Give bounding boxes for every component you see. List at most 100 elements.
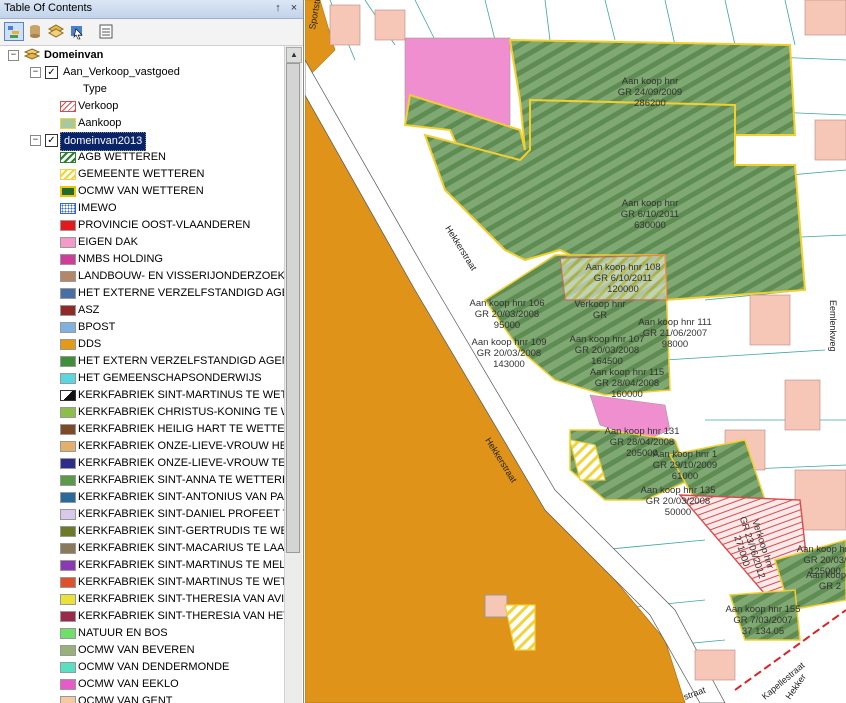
legend-swatch (60, 288, 76, 299)
legend-swatch (60, 373, 76, 384)
legend-swatch (60, 594, 76, 605)
legend-label: KERKFABRIEK SINT-DANIEL PROFEET TE L (78, 508, 284, 520)
group-layer-label: Aan_Verkoop_vastgoed (63, 66, 180, 78)
legend-label: NMBS HOLDING (78, 253, 163, 265)
legend-swatch (60, 475, 76, 486)
collapse-icon[interactable]: − (30, 135, 41, 146)
legend-label: KERKFABRIEK SINT-MARTINUS TE MELLE (78, 559, 284, 571)
legend-label: Verkoop (78, 100, 119, 112)
legend-label: GEMEENTE WETTEREN (78, 168, 205, 180)
legend-swatch (60, 645, 76, 656)
legend-label: KERKFABRIEK SINT-MARTINUS TE WETTER (78, 389, 284, 401)
legend-label: KERKFABRIEK SINT-THERESIA VAN AVIELL (78, 593, 284, 605)
pin-icon[interactable]: ↑ (272, 2, 284, 15)
legend-swatch (60, 679, 76, 690)
street-label: Eemlenkweg (828, 300, 838, 352)
legend-swatch (60, 509, 76, 520)
legend-swatch (60, 220, 76, 231)
legend-label: KERKFABRIEK ONZE-LIEVE-VROUW HEMEL (78, 440, 284, 452)
parcel-label: Aan koop hnr 115 GR 28/04/2008 160000 (590, 367, 664, 400)
collapse-icon[interactable]: − (8, 50, 19, 61)
list-by-visibility-icon[interactable] (46, 22, 66, 41)
legend-swatch (60, 492, 76, 503)
legend-swatch (60, 203, 76, 214)
legend-swatch (60, 254, 76, 265)
legend-label: OCMW VAN BEVEREN (78, 644, 195, 656)
legend-swatch (60, 169, 76, 180)
legend-label: KERKFABRIEK HEILIG HART TE WETTEREN (78, 423, 284, 435)
toc-titlebar: Table Of Contents ↑ × (0, 0, 303, 19)
legend-label: AGB WETTEREN (78, 151, 167, 163)
field-name: Type (83, 83, 107, 95)
legend-label: ASZ (78, 304, 100, 316)
legend-label: OCMW VAN EEKLO (78, 678, 179, 690)
legend-label: KERKFABRIEK SINT-ANTONIUS VAN PADUA (78, 491, 284, 503)
collapse-icon[interactable]: − (30, 67, 41, 78)
legend-label: DDS (78, 338, 102, 350)
legend-label: Aankoop (78, 117, 122, 129)
legend-swatch (60, 526, 76, 537)
layer-row[interactable]: − ✓ domeinvan2013 (0, 132, 284, 151)
group-layer-row[interactable]: − ✓ Aan_Verkoop_vastgoed (0, 64, 284, 81)
legend-swatch (60, 441, 76, 452)
legend-label: IMEWO (78, 202, 117, 214)
legend-swatch (60, 118, 76, 129)
scroll-up-arrow-icon[interactable]: ▲ (286, 47, 302, 63)
legend-label: KERKFABRIEK SINT-THERESIA VAN HET KI (78, 610, 284, 622)
close-icon[interactable]: × (288, 2, 300, 15)
legend-swatch (60, 152, 76, 163)
layer-visibility-checkbox[interactable]: ✓ (45, 134, 58, 147)
legend-label: HET EXTERNE VERZELFSTANDIGD AGENTS (78, 287, 284, 299)
legend-swatch (60, 322, 76, 333)
legend-swatch (60, 543, 76, 554)
legend-swatch (60, 356, 76, 367)
legend-label: NATUUR EN BOS (78, 627, 168, 639)
legend-label: HET EXTERN VERZELFSTANDIGD AGENTSC (78, 355, 284, 367)
data-frame-icon (24, 48, 40, 60)
legend-swatch (60, 424, 76, 435)
legend-swatch (60, 101, 76, 112)
legend-label: EIGEN DAK (78, 236, 138, 248)
data-frame-label: Domeinvan (44, 49, 104, 61)
legend-swatch (60, 628, 76, 639)
legend-label: KERKFABRIEK SINT-GERTRUDIS TE WETTE (78, 525, 284, 537)
layer-visibility-checkbox[interactable]: ✓ (45, 66, 58, 79)
legend-label: BPOST (78, 321, 116, 333)
legend-label: OCMW VAN DENDERMONDE (78, 661, 230, 673)
legend-swatch (60, 390, 76, 401)
legend-label: KERKFABRIEK CHRISTUS-KONING TE WETT (78, 406, 284, 418)
legend-label: OCMW VAN WETTEREN (78, 185, 204, 197)
street-label: Hekkerstraat (443, 224, 479, 273)
legend-swatch (60, 696, 76, 703)
legend-swatch (60, 560, 76, 571)
list-by-selection-icon[interactable] (67, 22, 87, 41)
toc-scrollbar[interactable]: ▲ (284, 46, 302, 703)
legend-swatch (60, 407, 76, 418)
toc-toolbar (0, 19, 303, 46)
legend-label: KERKFABRIEK SINT-ANNA TE WETTEREN/T (78, 474, 284, 486)
legend-swatch (60, 662, 76, 673)
legend-label: KERKFABRIEK SINT-MARTINUS TE WETTER (78, 576, 284, 588)
list-by-drawing-order-icon[interactable] (4, 22, 24, 41)
table-of-contents-panel: Table Of Contents ↑ × − Domeinvan − ✓ Aa… (0, 0, 304, 703)
map-view[interactable]: Hekkerstraat Hekkerstraat Eemlenkweg Kap… (305, 0, 846, 703)
legend-swatch (60, 305, 76, 316)
toc-tree: − Domeinvan − ✓ Aan_Verkoop_vastgoed Typ… (0, 46, 284, 703)
legend-swatch (60, 339, 76, 350)
legend-swatch (60, 186, 76, 197)
toc-title: Table Of Contents (4, 2, 93, 14)
legend-swatch (60, 271, 76, 282)
options-icon[interactable] (96, 22, 116, 41)
legend-label: HET GEMEENSCHAPSONDERWIJS (78, 372, 262, 384)
legend-label: OCMW VAN GENT (78, 695, 173, 703)
legend-swatch (60, 577, 76, 588)
legend-label: LANDBOUW- EN VISSERIJONDERZOEK (78, 270, 284, 282)
legend-label: KERKFABRIEK SINT-MACARIUS TE LAARNE (78, 542, 284, 554)
legend-swatch (60, 237, 76, 248)
legend-swatch (60, 458, 76, 469)
data-frame-row[interactable]: − Domeinvan (0, 47, 284, 64)
legend-label: PROVINCIE OOST-VLAANDEREN (78, 219, 251, 231)
legend-swatch (60, 611, 76, 622)
list-by-source-icon[interactable] (25, 22, 45, 41)
scroll-thumb[interactable] (286, 63, 300, 553)
